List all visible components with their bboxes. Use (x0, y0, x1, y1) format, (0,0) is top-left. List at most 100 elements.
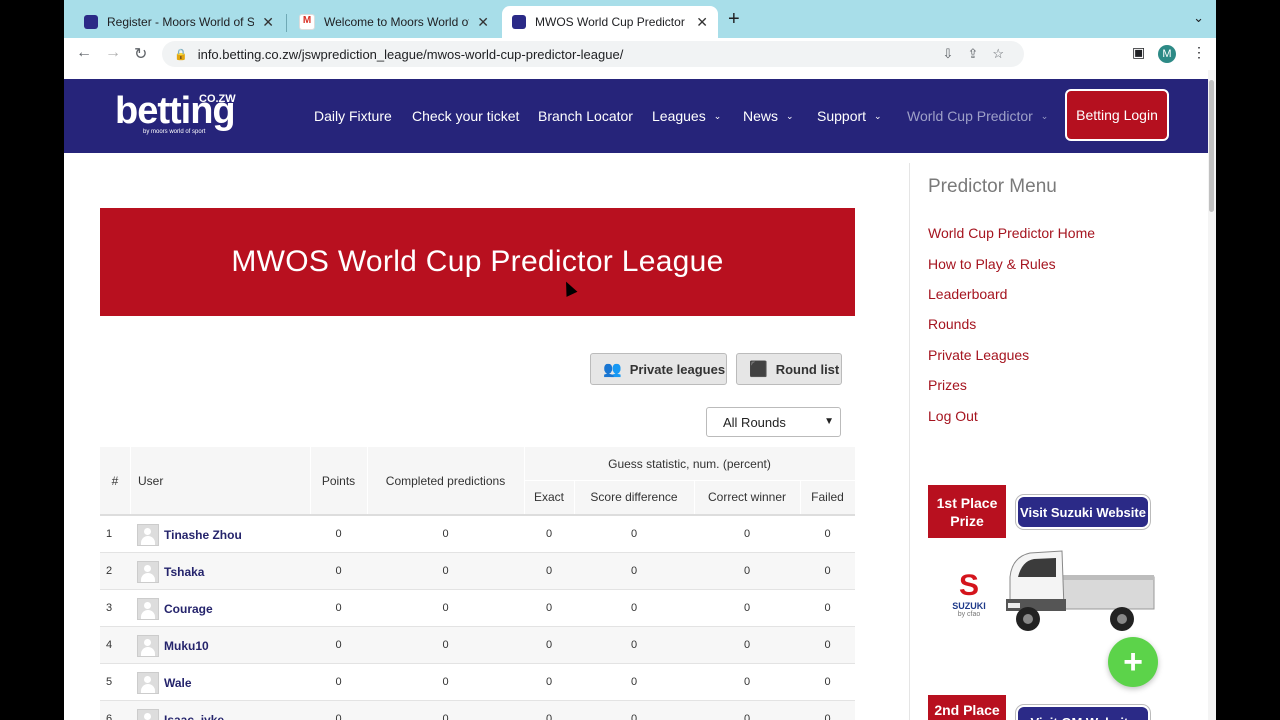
forward-icon[interactable]: → (105, 44, 121, 62)
side-panel-icon[interactable]: ▣ (1132, 44, 1145, 61)
sidebar-link-rounds[interactable]: Rounds (928, 316, 976, 332)
sidebar-link-private-leagues[interactable]: Private Leagues (928, 347, 1029, 363)
share-icon[interactable]: ⇪ (967, 46, 978, 62)
cell-exact: 0 (545, 602, 553, 614)
profile-avatar[interactable]: M (1158, 45, 1176, 63)
user-link[interactable]: Isaac_iyke (137, 709, 224, 720)
kebab-menu-icon[interactable]: ⋮ (1192, 44, 1206, 61)
cell-exact: 0 (545, 528, 553, 540)
private-leagues-button[interactable]: 👥 Private leagues (590, 353, 727, 385)
col-points[interactable]: Points (310, 447, 367, 514)
user-link[interactable]: Wale (137, 672, 192, 694)
col-score-difference[interactable]: Score difference (574, 480, 694, 514)
close-icon[interactable]: ✕ (262, 14, 274, 31)
nav-label: News (743, 108, 779, 124)
table-row: 4 Muku10 0 0 0 0 0 0 (100, 627, 855, 664)
col-group-guess-statistic: Guess statistic, num. (percent) (608, 456, 771, 471)
user-link[interactable]: Muku10 (137, 635, 209, 657)
cell-exact: 0 (545, 676, 553, 688)
user-link[interactable]: Tinashe Zhou (137, 524, 242, 546)
col-failed[interactable]: Failed (800, 480, 855, 514)
tab-register[interactable]: Register - Moors World of Spo ✕ (74, 6, 284, 38)
avatar (137, 598, 159, 620)
cell-points: 0 (335, 639, 342, 651)
address-bar[interactable]: 🔒 info.betting.co.zw/jswprediction_leagu… (162, 41, 1024, 67)
cell-score_diff: 0 (630, 639, 638, 651)
betting-login-button[interactable]: Betting Login (1065, 89, 1169, 141)
close-icon[interactable]: ✕ (696, 14, 708, 31)
nav-daily-fixture[interactable]: Daily Fixture (314, 79, 392, 153)
divider (800, 480, 801, 514)
tab-title: MWOS World Cup Predictor Le (535, 15, 689, 29)
add-fab-button[interactable]: + (1108, 637, 1158, 687)
cell-points: 0 (335, 565, 342, 577)
install-icon[interactable]: ⇩ (943, 46, 954, 62)
col-correct-winner[interactable]: Correct winner (694, 480, 800, 514)
web-page: betting CO.ZW by moors world of sport Da… (64, 79, 1208, 720)
scrollbar-thumb[interactable] (1209, 80, 1214, 212)
site-logo[interactable]: betting CO.ZW by moors world of sport (115, 92, 236, 135)
suzuki-s-icon: S (958, 569, 979, 602)
round-select[interactable]: All Rounds ▼ (706, 407, 841, 437)
divider (694, 480, 695, 514)
user-name: Muku10 (164, 639, 209, 653)
visit-suzuki-button[interactable]: Visit Suzuki Website (1016, 495, 1150, 529)
nav-label: Branch Locator (538, 108, 633, 124)
chevron-down-icon: ▼ (824, 416, 834, 427)
cell-points: 0 (335, 602, 342, 614)
back-icon[interactable]: ← (76, 44, 92, 62)
tab-gmail[interactable]: M Welcome to Moors World of Sp ✕ (289, 6, 499, 38)
url-text: info.betting.co.zw/jswprediction_league/… (197, 46, 624, 62)
nav-world-cup-predictor[interactable]: World Cup Predictor ⌄ (907, 79, 1048, 153)
row-rank: 6 (106, 713, 113, 720)
cell-winner: 0 (743, 713, 751, 720)
visit-gm-button[interactable]: Visit GM Website (1016, 705, 1150, 720)
user-link[interactable]: Courage (137, 598, 213, 620)
user-name: Wale (164, 676, 192, 690)
sidebar-link-leaderboard[interactable]: Leaderboard (928, 286, 1007, 302)
first-place-prize-badge: 1st Place Prize (928, 485, 1006, 538)
col-exact[interactable]: Exact (524, 480, 574, 514)
chevron-down-icon: ⌄ (874, 110, 882, 121)
chevron-down-icon[interactable]: ⌄ (1193, 10, 1204, 26)
nav-check-ticket[interactable]: Check your ticket (412, 79, 519, 153)
suzuki-logo: S SUZUKI by cfao (944, 569, 994, 619)
avatar (137, 561, 159, 583)
round-list-button[interactable]: ⬛ Round list (736, 353, 842, 385)
cell-winner: 0 (743, 528, 751, 540)
close-icon[interactable]: ✕ (477, 14, 489, 31)
sidebar-link-prizes[interactable]: Prizes (928, 377, 967, 393)
cell-winner: 0 (743, 676, 751, 688)
sidebar-link-how-to-play[interactable]: How to Play & Rules (928, 256, 1056, 272)
site-favicon-icon (512, 15, 526, 29)
cell-score_diff: 0 (630, 528, 638, 540)
sidebar-link-home[interactable]: World Cup Predictor Home (928, 225, 1095, 241)
tab-predictor-league[interactable]: MWOS World Cup Predictor Le ✕ (502, 6, 718, 38)
tab-strip: Register - Moors World of Spo ✕ M Welcom… (64, 0, 1216, 38)
nav-branch-locator[interactable]: Branch Locator (538, 79, 633, 153)
col-completed[interactable]: Completed predictions (367, 447, 524, 514)
new-tab-icon[interactable]: + (728, 8, 740, 31)
scrollbar[interactable] (1208, 70, 1216, 720)
nav-support[interactable]: Support ⌄ (817, 79, 882, 153)
table-row: 5 Wale 0 0 0 0 0 0 (100, 664, 855, 701)
user-link[interactable]: Tshaka (137, 561, 204, 583)
cell-exact: 0 (545, 639, 553, 651)
nav-leagues[interactable]: Leagues ⌄ (652, 79, 721, 153)
nav-label: Check your ticket (412, 108, 520, 124)
omnibox-icons: ⇩ ⇪ ☆ (943, 41, 1004, 67)
browser-window: Register - Moors World of Spo ✕ M Welcom… (64, 0, 1216, 720)
star-icon[interactable]: ☆ (992, 46, 1004, 62)
reload-icon[interactable]: ↻ (134, 44, 147, 64)
cell-completed: 0 (442, 602, 449, 614)
tab-separator (286, 14, 287, 32)
nav-news[interactable]: News ⌄ (743, 79, 794, 153)
col-user[interactable]: User (138, 447, 308, 514)
lock-icon: 🔒 (174, 48, 188, 61)
button-label: Round list (775, 361, 840, 377)
user-name: Courage (164, 602, 213, 616)
sidebar-link-log-out[interactable]: Log Out (928, 408, 978, 424)
divider (310, 447, 311, 514)
row-rank: 1 (106, 528, 113, 540)
cell-completed: 0 (442, 639, 449, 651)
